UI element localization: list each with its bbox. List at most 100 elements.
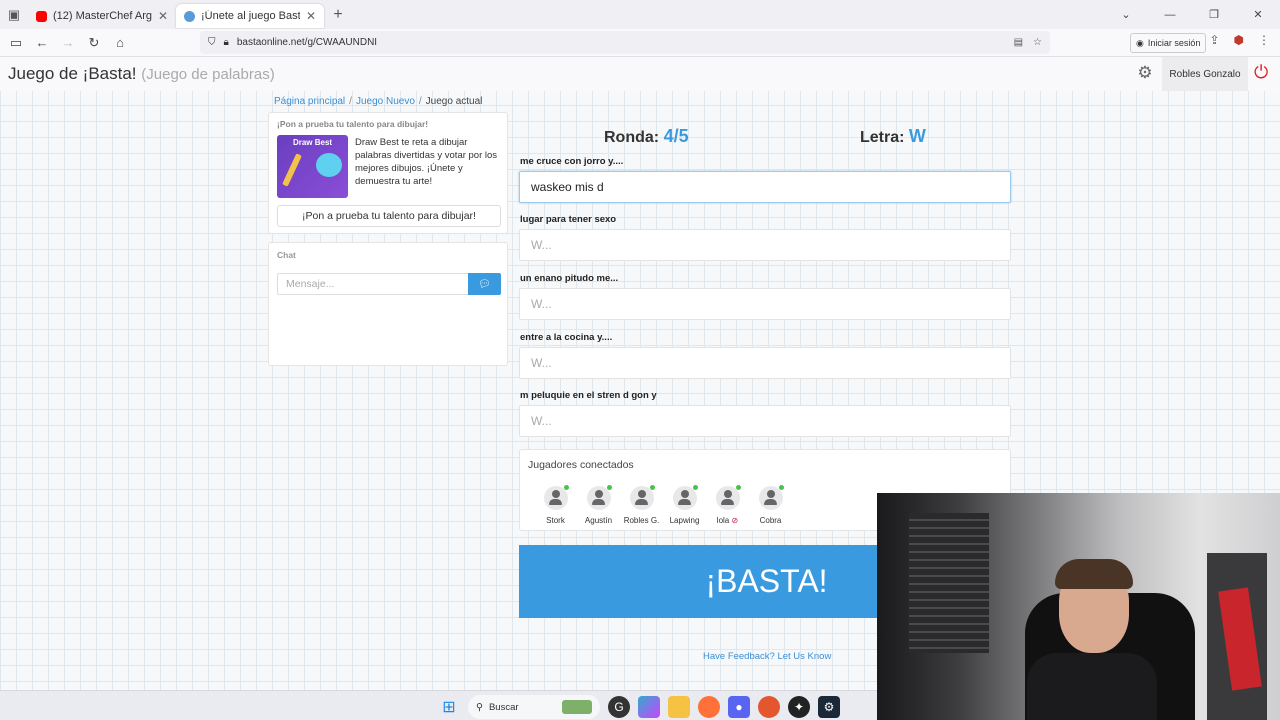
round-value: 4/5 [663, 126, 689, 146]
promo-card: ¡Pon a prueba tu talento para dibujar! D… [268, 112, 508, 234]
home-icon[interactable]: ⌂ [108, 31, 132, 55]
account-icon: ◉ [1136, 37, 1144, 48]
player-name-wrap: lola ⊘ [717, 516, 738, 525]
webcam-person-shirt [1027, 653, 1157, 720]
app-icon-orange[interactable] [758, 696, 780, 718]
promo-image[interactable]: Draw Best [277, 135, 348, 198]
steam-icon[interactable]: ⚙ [818, 696, 840, 718]
feedback-link[interactable]: Have Feedback? Let Us Know [703, 651, 831, 662]
category-label: m peluquie en el stren d gon y [520, 390, 657, 401]
category-input[interactable] [519, 347, 1011, 379]
player-item[interactable]: Robles G. [620, 485, 663, 525]
player-name: lola [716, 516, 730, 525]
app-header: Juego de ¡Basta! (Juego de palabras) ⚙ R… [0, 57, 1280, 91]
app-icon-g[interactable]: G [608, 696, 630, 718]
webcam-person-hair [1055, 559, 1133, 589]
letter-label: Letra: [860, 129, 905, 146]
app-title: Juego de ¡Basta! (Juego de palabras) [0, 64, 275, 84]
taskbar-icons: ⊞ ⚲ Buscar G ● ✦ ⚙ [438, 695, 840, 719]
tab-list-icon[interactable]: ▣ [0, 0, 28, 29]
reload-icon[interactable]: ↻ [82, 31, 106, 55]
breadcrumb-new-game[interactable]: Juego Nuevo [356, 96, 415, 107]
category-input[interactable] [519, 405, 1011, 437]
url-text: bastaonline.net/g/CWAAUNDNI [236, 37, 378, 48]
minimize-icon[interactable]: — [1148, 0, 1192, 29]
app-subtitle: (Juego de palabras) [141, 66, 275, 83]
promo-image-label: Draw Best [292, 138, 333, 147]
sidebar-toggle-icon[interactable]: ▭ [4, 31, 28, 55]
window-controls: ⌄ — ❐ ✕ [1104, 0, 1280, 29]
forward-icon[interactable]: → [56, 31, 80, 55]
signin-button[interactable]: ◉ Iniciar sesión [1130, 33, 1207, 53]
tab-overflow-icon[interactable]: ⌄ [1104, 0, 1148, 29]
letter-indicator: Letra: W [860, 126, 926, 147]
youtube-icon [36, 10, 47, 22]
shield-icon[interactable]: ⛉ [208, 37, 216, 48]
promo-header: ¡Pon a prueba tu talento para dibujar! [277, 119, 429, 129]
search-icon: ⚲ [476, 701, 483, 713]
addon-icon[interactable]: ⬢ [1234, 33, 1244, 47]
brush-badge-icon: ⊘ [731, 516, 739, 525]
player-item[interactable]: lola ⊘ [706, 485, 749, 525]
taskbar-search[interactable]: ⚲ Buscar [468, 695, 600, 719]
power-icon[interactable]: ⏻ [1254, 62, 1268, 83]
online-dot-icon [778, 485, 784, 490]
maximize-icon[interactable]: ❐ [1192, 0, 1236, 29]
player-item[interactable]: Stork [534, 485, 577, 525]
browser-nav-bar: ▭ ← → ↻ ⌂ ⛉ 🔒︎ bastaonline.net/g/CWAAUND… [0, 29, 1280, 57]
firefox-icon[interactable] [698, 696, 720, 718]
tab-basta[interactable]: ¡Únete al juego Basta! ✕ [176, 4, 324, 28]
letter-value: W [908, 126, 926, 146]
category-input[interactable] [519, 229, 1011, 261]
basta-favicon-icon [184, 10, 195, 22]
discord-icon[interactable]: ● [728, 696, 750, 718]
user-avatar-icon [758, 485, 784, 510]
online-dot-icon [735, 485, 741, 490]
promo-button[interactable]: ¡Pon a prueba tu talento para dibujar! [277, 205, 501, 227]
bookmark-star-icon[interactable]: ☆ [1033, 37, 1042, 48]
lock-icon: 🔒︎ [223, 37, 229, 48]
player-name: Robles G. [623, 516, 660, 525]
user-avatar-icon [672, 485, 698, 510]
gear-icon[interactable]: ⚙ [1134, 63, 1156, 85]
copilot-icon[interactable] [638, 696, 660, 718]
reader-view-icon[interactable]: ▤ [1014, 37, 1023, 48]
paintbrush-icon [282, 153, 302, 187]
url-bar[interactable]: ⛉ 🔒︎ bastaonline.net/g/CWAAUNDNI ▤ ☆ [200, 31, 1050, 54]
close-window-icon[interactable]: ✕ [1236, 0, 1280, 29]
close-tab-icon[interactable]: ✕ [158, 9, 168, 23]
player-name: Agustín [584, 516, 613, 525]
breadcrumb-home[interactable]: Página principal [274, 96, 345, 107]
new-tab-icon[interactable]: + [324, 6, 352, 24]
windows-start-icon[interactable]: ⊞ [438, 696, 460, 718]
user-avatar-icon [543, 485, 569, 510]
player-item[interactable]: Cobra [749, 485, 792, 525]
category-input[interactable] [519, 288, 1011, 320]
webcam-window-blinds [909, 513, 989, 653]
player-name: Cobra [759, 516, 782, 525]
extensions-icon[interactable]: ⇪ [1209, 33, 1219, 47]
player-list: Stork Agustín Robles G. Lapwing lola ⊘ C… [534, 485, 792, 525]
chat-message-input[interactable] [277, 273, 469, 295]
online-dot-icon [692, 485, 698, 490]
player-item[interactable]: Agustín [577, 485, 620, 525]
close-tab-icon[interactable]: ✕ [306, 9, 316, 23]
tab-masterchef[interactable]: (12) MasterChef Argentina - Yo ✕ [28, 4, 176, 28]
app-title-main: Juego de ¡Basta! [8, 64, 137, 83]
online-dot-icon [649, 485, 655, 490]
menu-icon[interactable]: ⋮ [1258, 33, 1270, 47]
player-item[interactable]: Lapwing [663, 485, 706, 525]
search-highlight-icon [562, 700, 592, 714]
chat-panel: Chat 💬︎ [268, 242, 508, 366]
file-explorer-icon[interactable] [668, 696, 690, 718]
chat-send-button[interactable]: 💬︎ [468, 273, 501, 295]
breadcrumb-current: Juego actual [425, 96, 483, 107]
speech-bubble-icon: 💬︎ [478, 278, 491, 290]
breadcrumb: Página principal / Juego Nuevo / Juego actua… [274, 96, 483, 107]
app-icon-dark[interactable]: ✦ [788, 696, 810, 718]
category-input[interactable] [519, 171, 1011, 203]
back-icon[interactable]: ← [30, 31, 54, 55]
user-name[interactable]: Robles Gonzalo [1162, 57, 1248, 91]
art-bubble-icon [316, 153, 342, 177]
round-indicator: Ronda: 4/5 [604, 126, 689, 147]
